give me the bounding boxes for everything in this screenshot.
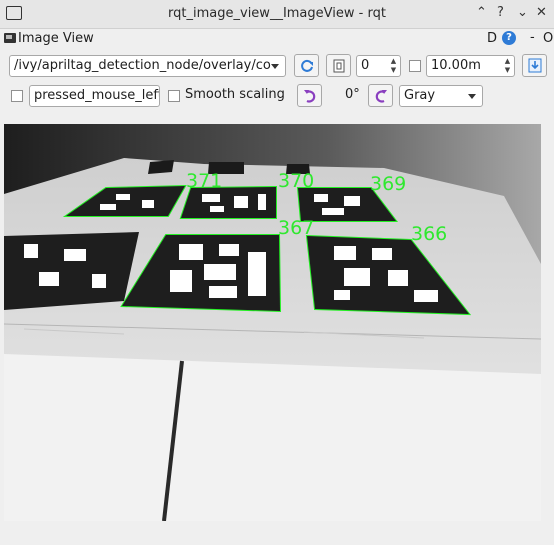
dock-widget-icon — [4, 33, 16, 43]
smooth-scaling-label: Smooth scaling — [185, 87, 285, 102]
smooth-scaling-checkbox[interactable] — [168, 90, 180, 102]
rotate-left-icon — [303, 90, 315, 103]
minimize-button[interactable]: ⌄ — [517, 5, 528, 20]
spin-value-input[interactable]: 0 ▲ ▼ — [356, 55, 401, 77]
rotate-right-icon — [375, 90, 387, 103]
window-title: rqt_image_view__ImageView - rqt — [168, 6, 386, 21]
save-icon — [528, 58, 541, 73]
dock-minimize-button[interactable]: - — [530, 30, 535, 45]
chevron-down-icon — [468, 94, 476, 99]
tag-label-369: 369 — [370, 173, 406, 195]
mouse-publish-checkbox[interactable] — [11, 90, 23, 102]
dock-close-button[interactable]: O — [543, 31, 553, 46]
color-scheme-value: Gray — [404, 88, 436, 103]
max-range-text: 10.00m — [431, 58, 481, 73]
topic-dropdown[interactable]: /ivy/apriltag_detection_node/overlay/co — [9, 55, 286, 77]
tag-label-371: 371 — [186, 170, 222, 192]
save-image-button[interactable] — [522, 54, 547, 77]
image-display[interactable]: 371 370 369 367 366 — [4, 124, 541, 521]
spin-value-text: 0 — [361, 58, 370, 73]
camera-image: 371 370 369 367 366 — [4, 124, 541, 521]
max-range-checkbox[interactable] — [409, 60, 421, 72]
topic-dropdown-value: /ivy/apriltag_detection_node/overlay/co — [14, 58, 271, 73]
chevron-down-icon — [271, 64, 279, 69]
mouse-topic-text: pressed_mouse_left — [34, 88, 160, 103]
rotation-value: 0° — [345, 87, 360, 102]
rotate-left-button[interactable] — [297, 84, 322, 107]
zoom-fit-button[interactable] — [326, 54, 351, 77]
dock-title: Image View — [18, 31, 94, 46]
max-range-input[interactable]: 10.00m ▲ ▼ — [426, 55, 515, 77]
apriltag-partial — [4, 232, 139, 310]
window-titlebar: rqt_image_view__ImageView - rqt ⌃ ? ⌄ ✕ — [0, 0, 554, 29]
tag-label-366: 366 — [411, 223, 447, 245]
dock-header: Image View D ? - O — [0, 28, 554, 50]
close-button[interactable]: ✕ — [536, 5, 547, 20]
refresh-icon — [300, 59, 313, 72]
tag-label-367: 367 — [278, 217, 314, 239]
mouse-topic-input[interactable]: pressed_mouse_left — [29, 85, 160, 107]
window-help-button[interactable]: ? — [497, 5, 504, 20]
spin-stepper-icon[interactable]: ▲ ▼ — [389, 57, 398, 75]
refresh-topics-button[interactable] — [294, 54, 319, 77]
color-scheme-dropdown[interactable]: Gray — [399, 85, 483, 107]
zoom-fit-icon — [333, 59, 344, 73]
rotate-right-button[interactable] — [368, 84, 393, 107]
pin-window-button[interactable]: ⌃ — [476, 5, 487, 20]
dock-d-button[interactable]: D — [487, 31, 497, 46]
floor-area — [4, 354, 541, 521]
dock-help-icon[interactable]: ? — [502, 31, 516, 45]
max-range-stepper-icon[interactable]: ▲ ▼ — [503, 57, 512, 75]
tag-label-370: 370 — [278, 170, 314, 192]
